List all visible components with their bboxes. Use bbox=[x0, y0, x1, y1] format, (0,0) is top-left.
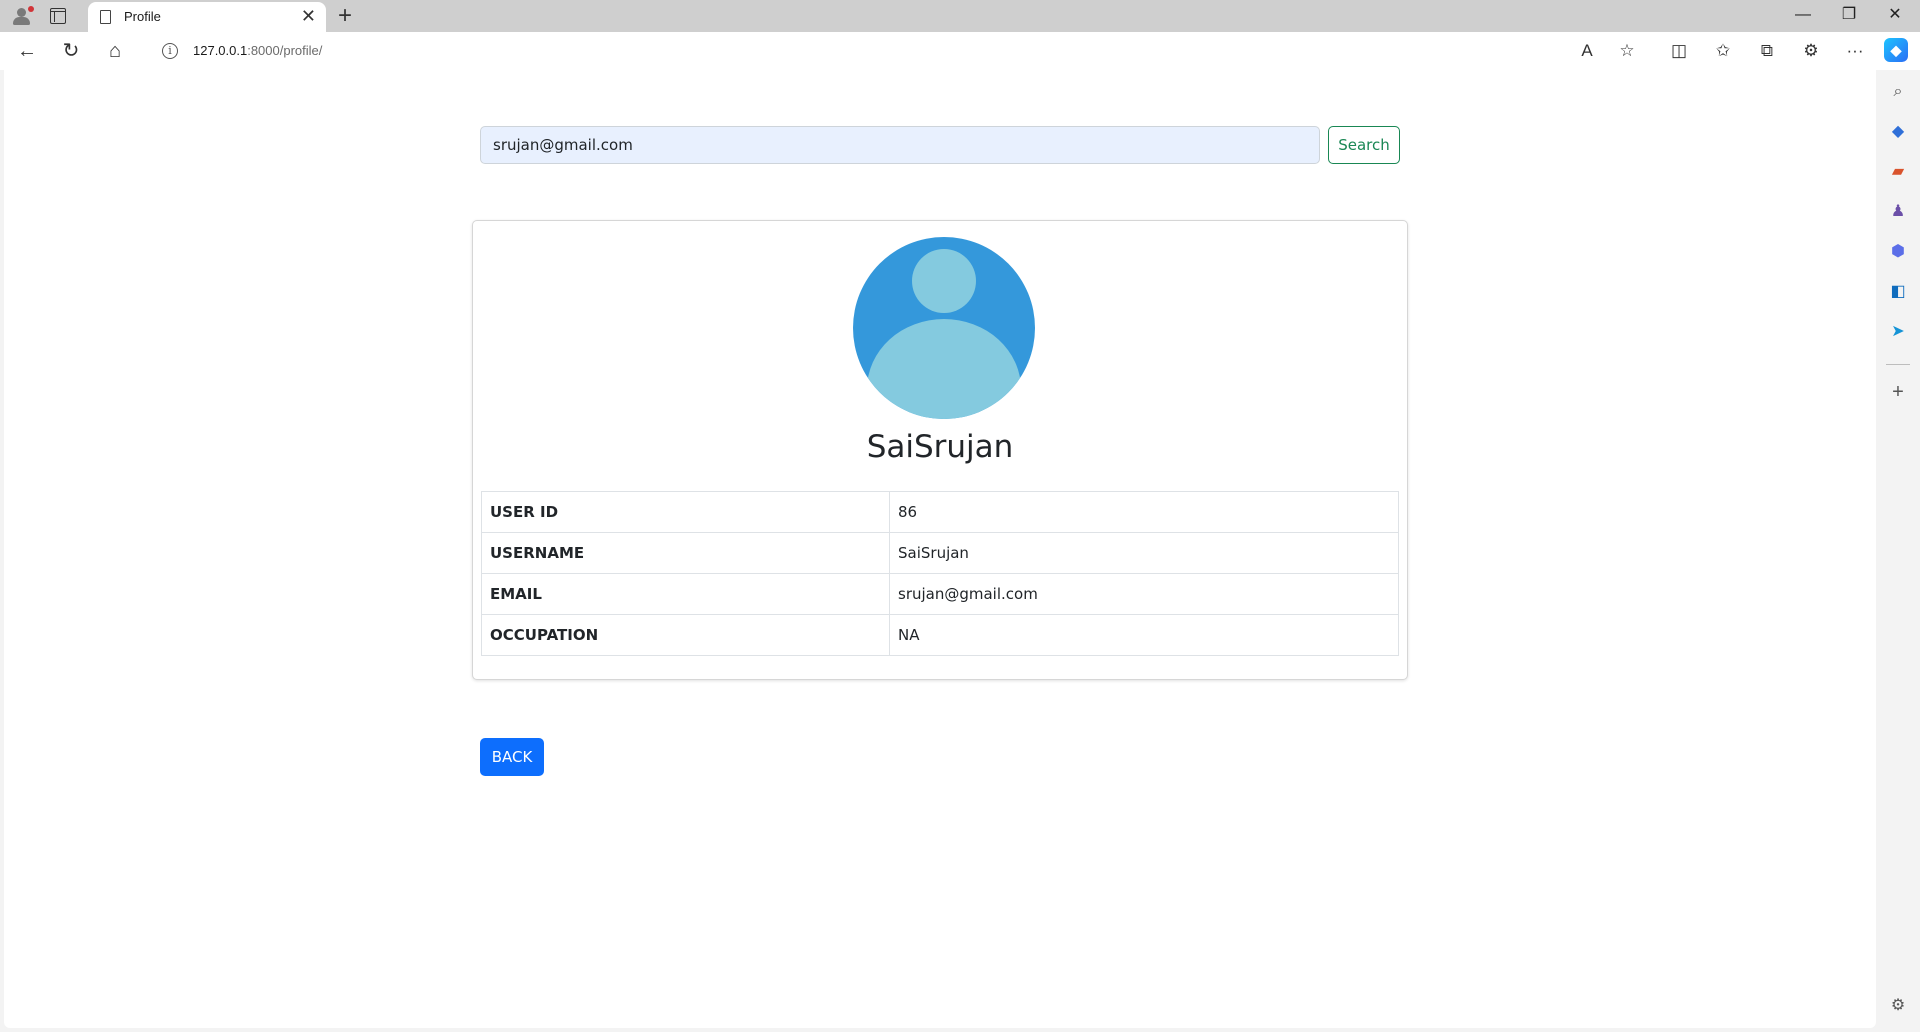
field-label: USERNAME bbox=[481, 532, 890, 574]
profile-name: SaiSrujan bbox=[866, 429, 1014, 465]
site-info-icon[interactable]: i bbox=[162, 43, 178, 59]
restore-button[interactable]: ❐ bbox=[1834, 4, 1864, 26]
minimize-button[interactable]: — bbox=[1788, 4, 1818, 26]
browser-tab-bar: Profile ✕ + — ❐ ✕ bbox=[0, 0, 1920, 32]
tools-icon[interactable]: ▰ bbox=[1888, 162, 1908, 182]
games-icon[interactable]: ♟ bbox=[1888, 202, 1908, 222]
copilot-icon[interactable]: ◆ bbox=[1884, 38, 1908, 62]
more-options-icon[interactable]: ··· bbox=[1842, 39, 1868, 63]
collections-icon[interactable]: ⧉ bbox=[1754, 39, 1780, 63]
profile-card: SaiSrujan USER ID 86 USERNAME SaiSrujan … bbox=[472, 220, 1408, 680]
add-icon[interactable]: + bbox=[1888, 382, 1908, 402]
tab-close-icon[interactable]: ✕ bbox=[301, 6, 316, 26]
home-icon[interactable]: ⌂ bbox=[102, 39, 128, 63]
page-content: Search SaiSrujan USER ID 86 USERNAME Sai… bbox=[4, 70, 1876, 1028]
field-label: OCCUPATION bbox=[481, 614, 890, 656]
browser-toolbar: ← ↻ ⌂ i 127.0.0.1:8000/profile/ A ☆ ◫ ✩ … bbox=[0, 32, 1920, 70]
address-bar[interactable]: i 127.0.0.1:8000/profile/ bbox=[148, 36, 1608, 66]
field-value: 86 bbox=[889, 491, 1399, 533]
favorites-icon[interactable]: ✩ bbox=[1710, 39, 1736, 63]
url-text: 127.0.0.1:8000/profile/ bbox=[193, 43, 323, 58]
browser-profile-icon[interactable] bbox=[10, 5, 34, 27]
field-value: srujan@gmail.com bbox=[889, 573, 1399, 615]
browser-sidebar: ⌕ ◆ ▰ ♟ ⬢ ◧ ➤ + ⚙ bbox=[1876, 70, 1920, 1032]
field-value: NA bbox=[889, 614, 1399, 656]
table-row: USERNAME SaiSrujan bbox=[481, 532, 1399, 574]
search-input[interactable] bbox=[480, 126, 1320, 164]
avatar bbox=[853, 237, 1035, 419]
read-aloud-icon[interactable]: A bbox=[1574, 39, 1600, 63]
split-screen-icon[interactable]: ◫ bbox=[1666, 39, 1692, 63]
back-arrow-icon[interactable]: ← bbox=[14, 39, 40, 63]
settings-gear-icon[interactable]: ⚙ bbox=[1888, 996, 1908, 1016]
favorite-star-icon[interactable]: ☆ bbox=[1614, 39, 1640, 63]
sidebar-divider bbox=[1886, 364, 1910, 365]
search-button[interactable]: Search bbox=[1328, 126, 1400, 164]
tab-profile[interactable]: Profile ✕ bbox=[88, 2, 326, 32]
tab-title: Profile bbox=[124, 9, 161, 24]
new-tab-button[interactable]: + bbox=[338, 3, 352, 29]
browser-essentials-icon[interactable]: ⚙ bbox=[1798, 39, 1824, 63]
table-row: USER ID 86 bbox=[481, 491, 1399, 533]
send-icon[interactable]: ➤ bbox=[1888, 322, 1908, 342]
window-close-button[interactable]: ✕ bbox=[1880, 4, 1910, 26]
table-row: EMAIL srujan@gmail.com bbox=[481, 573, 1399, 615]
profile-details-table: USER ID 86 USERNAME SaiSrujan EMAIL sruj… bbox=[481, 491, 1399, 656]
table-row: OCCUPATION NA bbox=[481, 614, 1399, 656]
tab-actions-icon[interactable] bbox=[50, 8, 66, 24]
outlook-icon[interactable]: ◧ bbox=[1888, 282, 1908, 302]
field-value: SaiSrujan bbox=[889, 532, 1399, 574]
shopping-tag-icon[interactable]: ◆ bbox=[1888, 122, 1908, 142]
refresh-icon[interactable]: ↻ bbox=[58, 39, 84, 63]
copilot-app-icon[interactable]: ⬢ bbox=[1888, 242, 1908, 262]
field-label: USER ID bbox=[481, 491, 890, 533]
back-button[interactable]: BACK bbox=[480, 738, 544, 776]
search-icon[interactable]: ⌕ bbox=[1888, 82, 1908, 102]
field-label: EMAIL bbox=[481, 573, 890, 615]
page-icon bbox=[100, 10, 111, 24]
